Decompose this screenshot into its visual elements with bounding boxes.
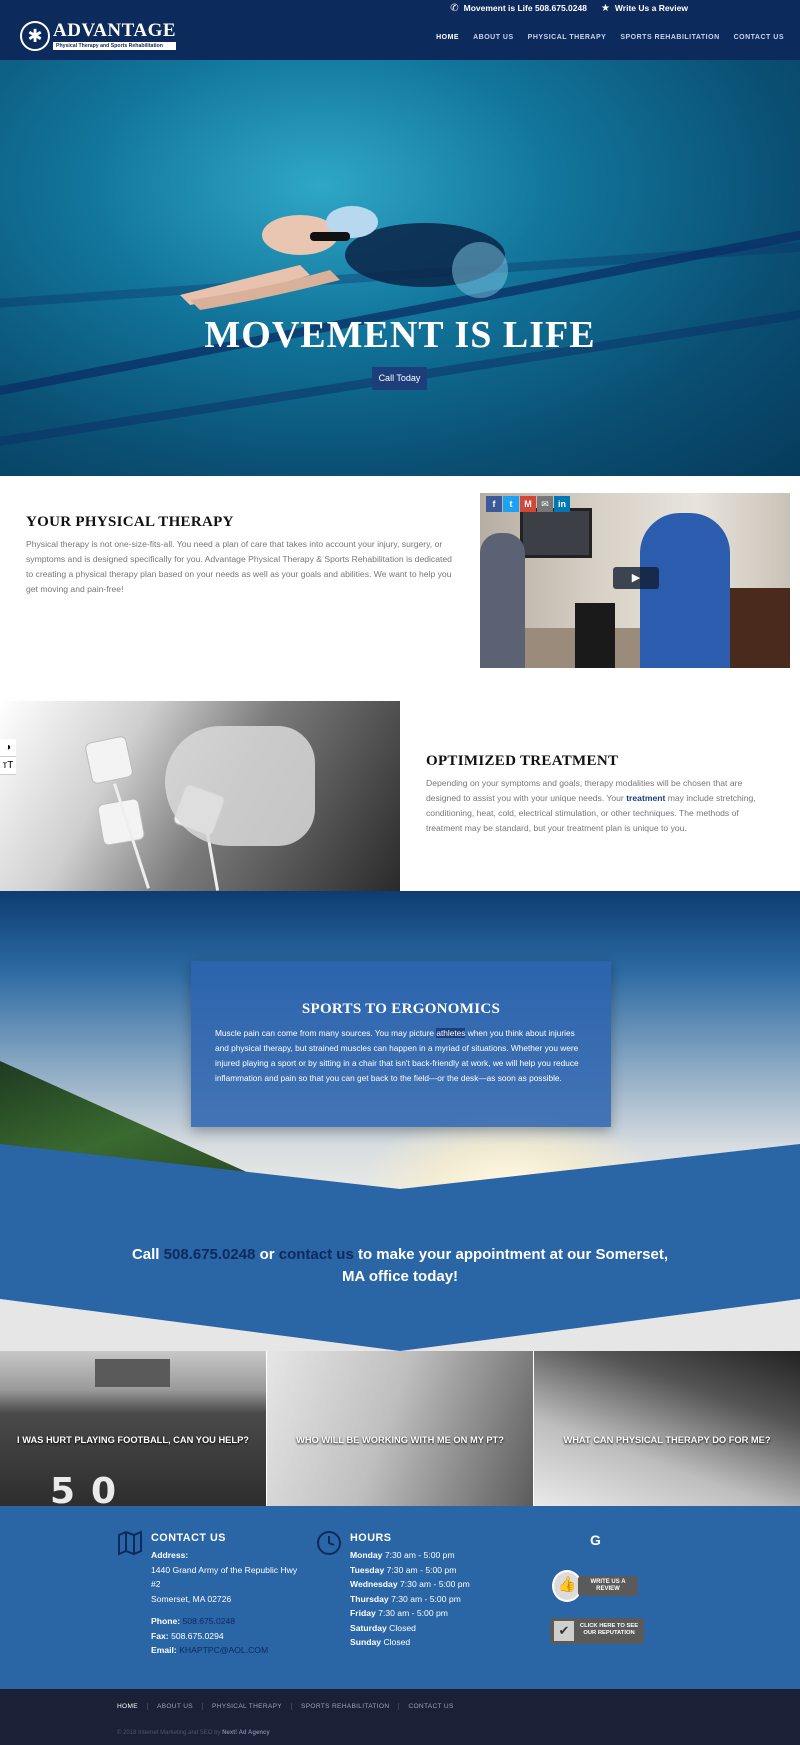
contact-column: CONTACT US Address: 1440 Grand Army of t…	[118, 1530, 298, 1658]
phone-icon: ✆	[450, 2, 459, 14]
contact-heading: CONTACT US	[151, 1532, 226, 1544]
treatment-link[interactable]: treatment	[626, 793, 665, 803]
tile-football[interactable]: 50 I WAS HURT PLAYING FOOTBALL, CAN YOU …	[0, 1351, 267, 1506]
call-today-button[interactable]: Call Today	[372, 367, 427, 390]
nav-contact-us[interactable]: CONTACT US	[734, 34, 784, 41]
share-bar: f t M ✉ in	[486, 496, 570, 512]
nav-about-us[interactable]: ABOUT US	[473, 34, 514, 41]
logo-tagline: Physical Therapy and Sports Rehabilitati…	[53, 42, 177, 50]
footer-nav-physical-therapy[interactable]: PHYSICAL THERAPY	[201, 1703, 291, 1710]
sports-section: SPORTS TO ERGONOMICS Muscle pain can com…	[0, 891, 800, 1351]
fax-number: 508.675.0294	[171, 1630, 224, 1641]
footer-nav-home[interactable]: HOME	[117, 1703, 147, 1710]
physical-therapy-section: YOUR PHYSICAL THERAPY Physical therapy i…	[0, 476, 800, 701]
appointment-text: Call 508.675.0248 or contact us to make …	[131, 1246, 669, 1285]
hours-list: Monday 7:30 am - 5:00 pm Tuesday 7:30 am…	[350, 1548, 470, 1650]
contrast-toggle-icon[interactable]: ◑	[0, 739, 16, 757]
nav-physical-therapy[interactable]: PHYSICAL THERAPY	[528, 34, 607, 41]
clock-icon	[316, 1530, 342, 1556]
sports-text: Muscle pain can come from many sources. …	[215, 1028, 579, 1083]
footer-nav-contact-us[interactable]: CONTACT US	[398, 1703, 462, 1710]
tile-label: WHO WILL BE WORKING WITH ME ON MY PT?	[296, 1435, 504, 1445]
footer-nav-sports-rehabilitation[interactable]: SPORTS REHABILITATION	[291, 1703, 398, 1710]
tile-what-can-pt-do[interactable]: WHAT CAN PHYSICAL THERAPY DO FOR ME?	[534, 1351, 800, 1506]
faq-tiles: 50 I WAS HURT PLAYING FOOTBALL, CAN YOU …	[0, 1351, 800, 1506]
footer-info: CONTACT US Address: 1440 Grand Army of t…	[0, 1506, 800, 1689]
header-review-link[interactable]: ★ Write Us a Review	[601, 3, 688, 14]
hours-row: Friday 7:30 am - 5:00 pm	[350, 1608, 448, 1618]
header-contact-bar: ✆ Movement is Life 508.675.0248 ★ Write Us…	[450, 0, 688, 16]
hours-row: Wednesday 7:30 am - 5:00 pm	[350, 1579, 470, 1589]
tile-label: WHAT CAN PHYSICAL THERAPY DO FOR ME?	[563, 1435, 771, 1445]
hours-row: Thursday 7:30 am - 5:00 pm	[350, 1593, 461, 1604]
site-logo[interactable]: ✱ ADVANTAGE Physical Therapy and Sports …	[20, 20, 177, 52]
athletes-link[interactable]: athletes	[436, 1028, 466, 1038]
address-line: 1440 Grand Army of the Republic Hwy	[151, 1564, 298, 1575]
swimmer-image	[180, 206, 508, 310]
physical-therapy-heading: YOUR PHYSICAL THERAPY	[26, 514, 234, 530]
hero-title: MOVEMENT IS LIFE	[204, 314, 596, 356]
site-header: ✆ Movement is Life 508.675.0248 ★ Write Us…	[0, 0, 800, 60]
hours-row: Saturday Closed	[350, 1622, 416, 1633]
google-icon[interactable]: G	[590, 1532, 610, 1548]
hours-heading: HOURS	[350, 1532, 392, 1544]
see-reputation-badge[interactable]: ✔ CLICK HERE TO SEE OUR REPUTATION	[550, 1618, 644, 1644]
address-line: Somerset, MA 02726	[151, 1593, 232, 1604]
email-icon[interactable]: ✉	[537, 496, 553, 512]
callout-contact-link[interactable]: contact us	[279, 1246, 354, 1263]
footer-phone-link[interactable]: 508.675.0248	[183, 1616, 236, 1626]
nav-sports-rehabilitation[interactable]: SPORTS REHABILITATION	[620, 34, 719, 41]
site-footer: HOME ABOUT US PHYSICAL THERAPY SPORTS RE…	[0, 1689, 800, 1745]
hours-row: Tuesday 7:30 am - 5:00 pm	[350, 1564, 457, 1575]
optimized-treatment-heading: OPTIMIZED TREATMENT	[426, 753, 619, 769]
gmail-icon[interactable]: M	[520, 496, 536, 512]
star-icon: ★	[600, 2, 610, 14]
header-phone-link[interactable]: ✆ Movement is Life 508.675.0248	[450, 3, 587, 14]
agency-link[interactable]: Next! Ad Agency	[222, 1730, 270, 1736]
tile-label: I WAS HURT PLAYING FOOTBALL, CAN YOU HEL…	[17, 1435, 249, 1445]
copyright: © 2018 Internet Marketing and SEO by Nex…	[117, 1730, 270, 1736]
accessibility-tools: ◑ тT	[0, 739, 16, 775]
linkedin-icon[interactable]: in	[554, 496, 570, 512]
logo-name: ADVANTAGE	[53, 20, 177, 41]
checkbox-icon: ✔	[554, 1621, 574, 1641]
hours-column: HOURS Monday 7:30 am - 5:00 pm Tuesday 7…	[317, 1531, 470, 1650]
play-icon[interactable]: ▶	[613, 567, 659, 589]
callout-phone-link[interactable]: 508.675.0248	[164, 1246, 256, 1263]
map-icon	[117, 1530, 143, 1556]
hours-row: Monday 7:30 am - 5:00 pm	[350, 1550, 455, 1560]
address-line: #2	[151, 1579, 161, 1589]
twitter-icon[interactable]: t	[503, 496, 519, 512]
optimized-treatment-section: ◑ тT OPTIMIZED TREATMENT Depending on yo…	[0, 701, 800, 891]
tile-who-works-with-me[interactable]: WHO WILL BE WORKING WITH ME ON MY PT?	[267, 1351, 534, 1506]
sports-heading: SPORTS TO ERGONOMICS	[301, 1001, 501, 1017]
electrode-therapy-image	[0, 701, 400, 891]
font-size-icon[interactable]: тT	[0, 757, 16, 775]
physical-therapy-text: Physical therapy is not one-size-fits-al…	[26, 539, 452, 594]
wall-tv	[520, 508, 592, 558]
facebook-icon[interactable]: f	[486, 496, 502, 512]
write-review-badge[interactable]: 👍 WRITE US A REVIEW	[552, 1570, 640, 1602]
footer-nav-about-us[interactable]: ABOUT US	[146, 1703, 202, 1710]
footer-nav: HOME ABOUT US PHYSICAL THERAPY SPORTS RE…	[117, 1703, 463, 1710]
intro-video[interactable]: ▶ f t M ✉ in	[480, 493, 790, 668]
optimized-treatment-text: Depending on your symptoms and goals, th…	[426, 778, 756, 833]
sports-card: SPORTS TO ERGONOMICS Muscle pain can com…	[191, 961, 611, 1127]
hero-banner: MOVEMENT IS LIFE Call Today	[0, 60, 800, 476]
yard-number: 50	[50, 1471, 133, 1506]
main-nav: HOME ABOUT US PHYSICAL THERAPY SPORTS RE…	[436, 34, 784, 41]
email-link[interactable]: KHAPTPC@AOL.COM	[179, 1645, 268, 1655]
hours-row: Sunday Closed	[350, 1637, 411, 1647]
nav-home[interactable]: HOME	[436, 34, 459, 41]
runner-logo-icon: ✱	[20, 21, 50, 51]
